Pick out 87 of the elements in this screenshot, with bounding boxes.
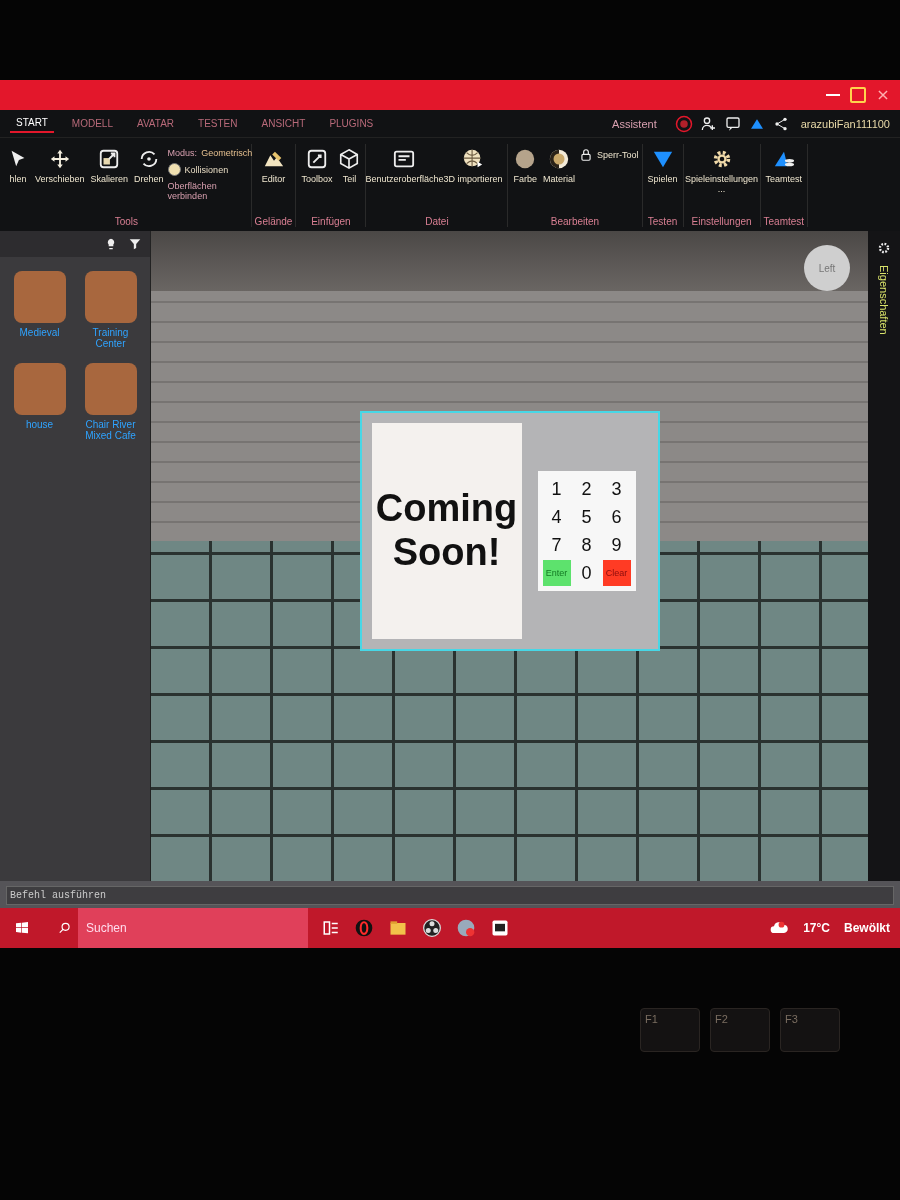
globe-icon [461, 148, 484, 170]
ribbon-tab[interactable]: AVATAR [131, 115, 181, 132]
lock-icon [579, 148, 593, 162]
gear-icon [877, 241, 891, 255]
option-label[interactable]: Oberflächen verbinden [167, 181, 248, 201]
scale-icon [98, 148, 121, 170]
group-label: Datei [425, 216, 449, 227]
cube-icon [338, 148, 361, 170]
ribbon-tool-button[interactable]: Drehen [132, 144, 166, 188]
keypad-key[interactable]: Enter [542, 560, 571, 586]
studio-app-icon [490, 918, 510, 938]
material-ball-icon [548, 148, 570, 170]
toolbox-item[interactable]: Training Center [79, 271, 142, 349]
color-swatch-icon [514, 148, 537, 170]
ribbon-tool-button[interactable]: Editor [259, 144, 288, 188]
ribbon-tool-button[interactable]: Spieleinstellungen ... [686, 144, 757, 198]
ribbon-tab[interactable]: TESTEN [192, 115, 244, 132]
keyboard-key[interactable]: F3 [780, 1008, 840, 1052]
keypad-key[interactable]: 8 [572, 532, 601, 558]
windows-logo-icon [14, 920, 30, 936]
keypad-key[interactable]: 7 [542, 532, 571, 558]
keypad-key[interactable]: 5 [572, 504, 601, 530]
share-icon [772, 115, 789, 132]
ribbon-tool-button[interactable]: Verschieben [33, 144, 87, 188]
group-label: Bearbeiten [550, 216, 600, 227]
keypad-key[interactable]: 4 [542, 504, 571, 530]
thumbnail-placeholder [84, 271, 137, 323]
lock-tool-button[interactable]: Sperr-Tool [579, 148, 639, 162]
thumbnail-placeholder [13, 271, 66, 323]
toolbox-item[interactable]: Medieval [8, 271, 71, 349]
keypad-key[interactable]: 9 [602, 532, 631, 558]
toolbox-icon [305, 148, 328, 170]
ribbon-tool-button[interactable]: Skalieren [88, 144, 131, 188]
username[interactable]: arazubiFan111100 [800, 117, 890, 130]
maximize-button[interactable] [850, 87, 866, 103]
keypad-key[interactable]: 6 [602, 504, 631, 530]
ribbon-tool-button[interactable]: hlen [5, 144, 31, 188]
group-label: Tools [114, 216, 138, 227]
ribbon-tool-button[interactable]: Teil [336, 144, 363, 188]
assistant-button[interactable]: Assistent [606, 114, 663, 133]
keypad-key[interactable]: 1 [542, 476, 571, 502]
ribbon-tool-button[interactable]: Material [541, 144, 577, 188]
keyboard-key[interactable]: F2 [710, 1008, 770, 1052]
close-icon [876, 88, 890, 102]
ribbon-tab[interactable]: START [10, 114, 54, 133]
search-icon [58, 921, 72, 935]
keyboard-key[interactable]: F1 [640, 1008, 700, 1052]
coming-soon-sign: Coming Soon! [371, 423, 522, 639]
properties-tab[interactable]: Eigenschaften [878, 265, 890, 335]
ribbon-tool-button[interactable]: Toolbox [299, 144, 335, 188]
chat-icon [724, 115, 741, 132]
toolbox-item[interactable]: Chair River Mixed Cafe [79, 363, 142, 441]
recorder-icon [422, 918, 442, 938]
group-label: Einstellungen [691, 216, 752, 227]
thumbnail-placeholder [13, 363, 66, 415]
command-input[interactable]: Befehl ausführen [6, 886, 894, 905]
folder-icon [388, 918, 408, 938]
filter-icon [128, 237, 142, 251]
app-icon [456, 918, 476, 938]
task-view-icon [322, 919, 340, 937]
ribbon-tool-button[interactable]: Farbe [511, 144, 539, 188]
selected-part[interactable]: Coming Soon! 1 2 3 4 5 6 7 8 9 Enter 0 Clear [359, 411, 660, 651]
browser-icon [354, 918, 374, 938]
weather-condition: Bewölkt [844, 921, 890, 935]
record-icon [674, 114, 693, 133]
temperature: 17°C [803, 921, 830, 935]
toolbox-item[interactable]: house [8, 363, 71, 441]
checkbox-label: Kollisionen [184, 164, 229, 175]
ribbon-tab[interactable]: MODELL [65, 115, 119, 132]
ribbon-tool-button[interactable]: Teamtest [763, 144, 805, 188]
group-label: Testen [647, 216, 678, 227]
keypad-key[interactable]: 0 [572, 560, 601, 586]
taskbar-search-field[interactable]: Suchen [78, 908, 308, 948]
group-label: Gelände [254, 216, 293, 227]
add-user-icon [700, 115, 717, 132]
group-label: Teamtest [763, 216, 805, 227]
keypad-key[interactable]: 3 [602, 476, 631, 502]
window-panel-icon [393, 148, 416, 170]
ribbon-tab[interactable]: ANSICHT [255, 115, 312, 132]
checkbox[interactable] [167, 163, 181, 176]
group-label: Einfügen [311, 216, 351, 227]
move-arrows-icon [48, 148, 71, 170]
ribbon-tab[interactable]: PLUGINS [323, 115, 380, 132]
ribbon-tool-button[interactable]: 3D importieren [441, 144, 505, 188]
thumbnail-placeholder [84, 363, 137, 415]
keypad-key[interactable]: 2 [572, 476, 601, 502]
ribbon-tool-button[interactable]: Spielen [645, 144, 680, 188]
